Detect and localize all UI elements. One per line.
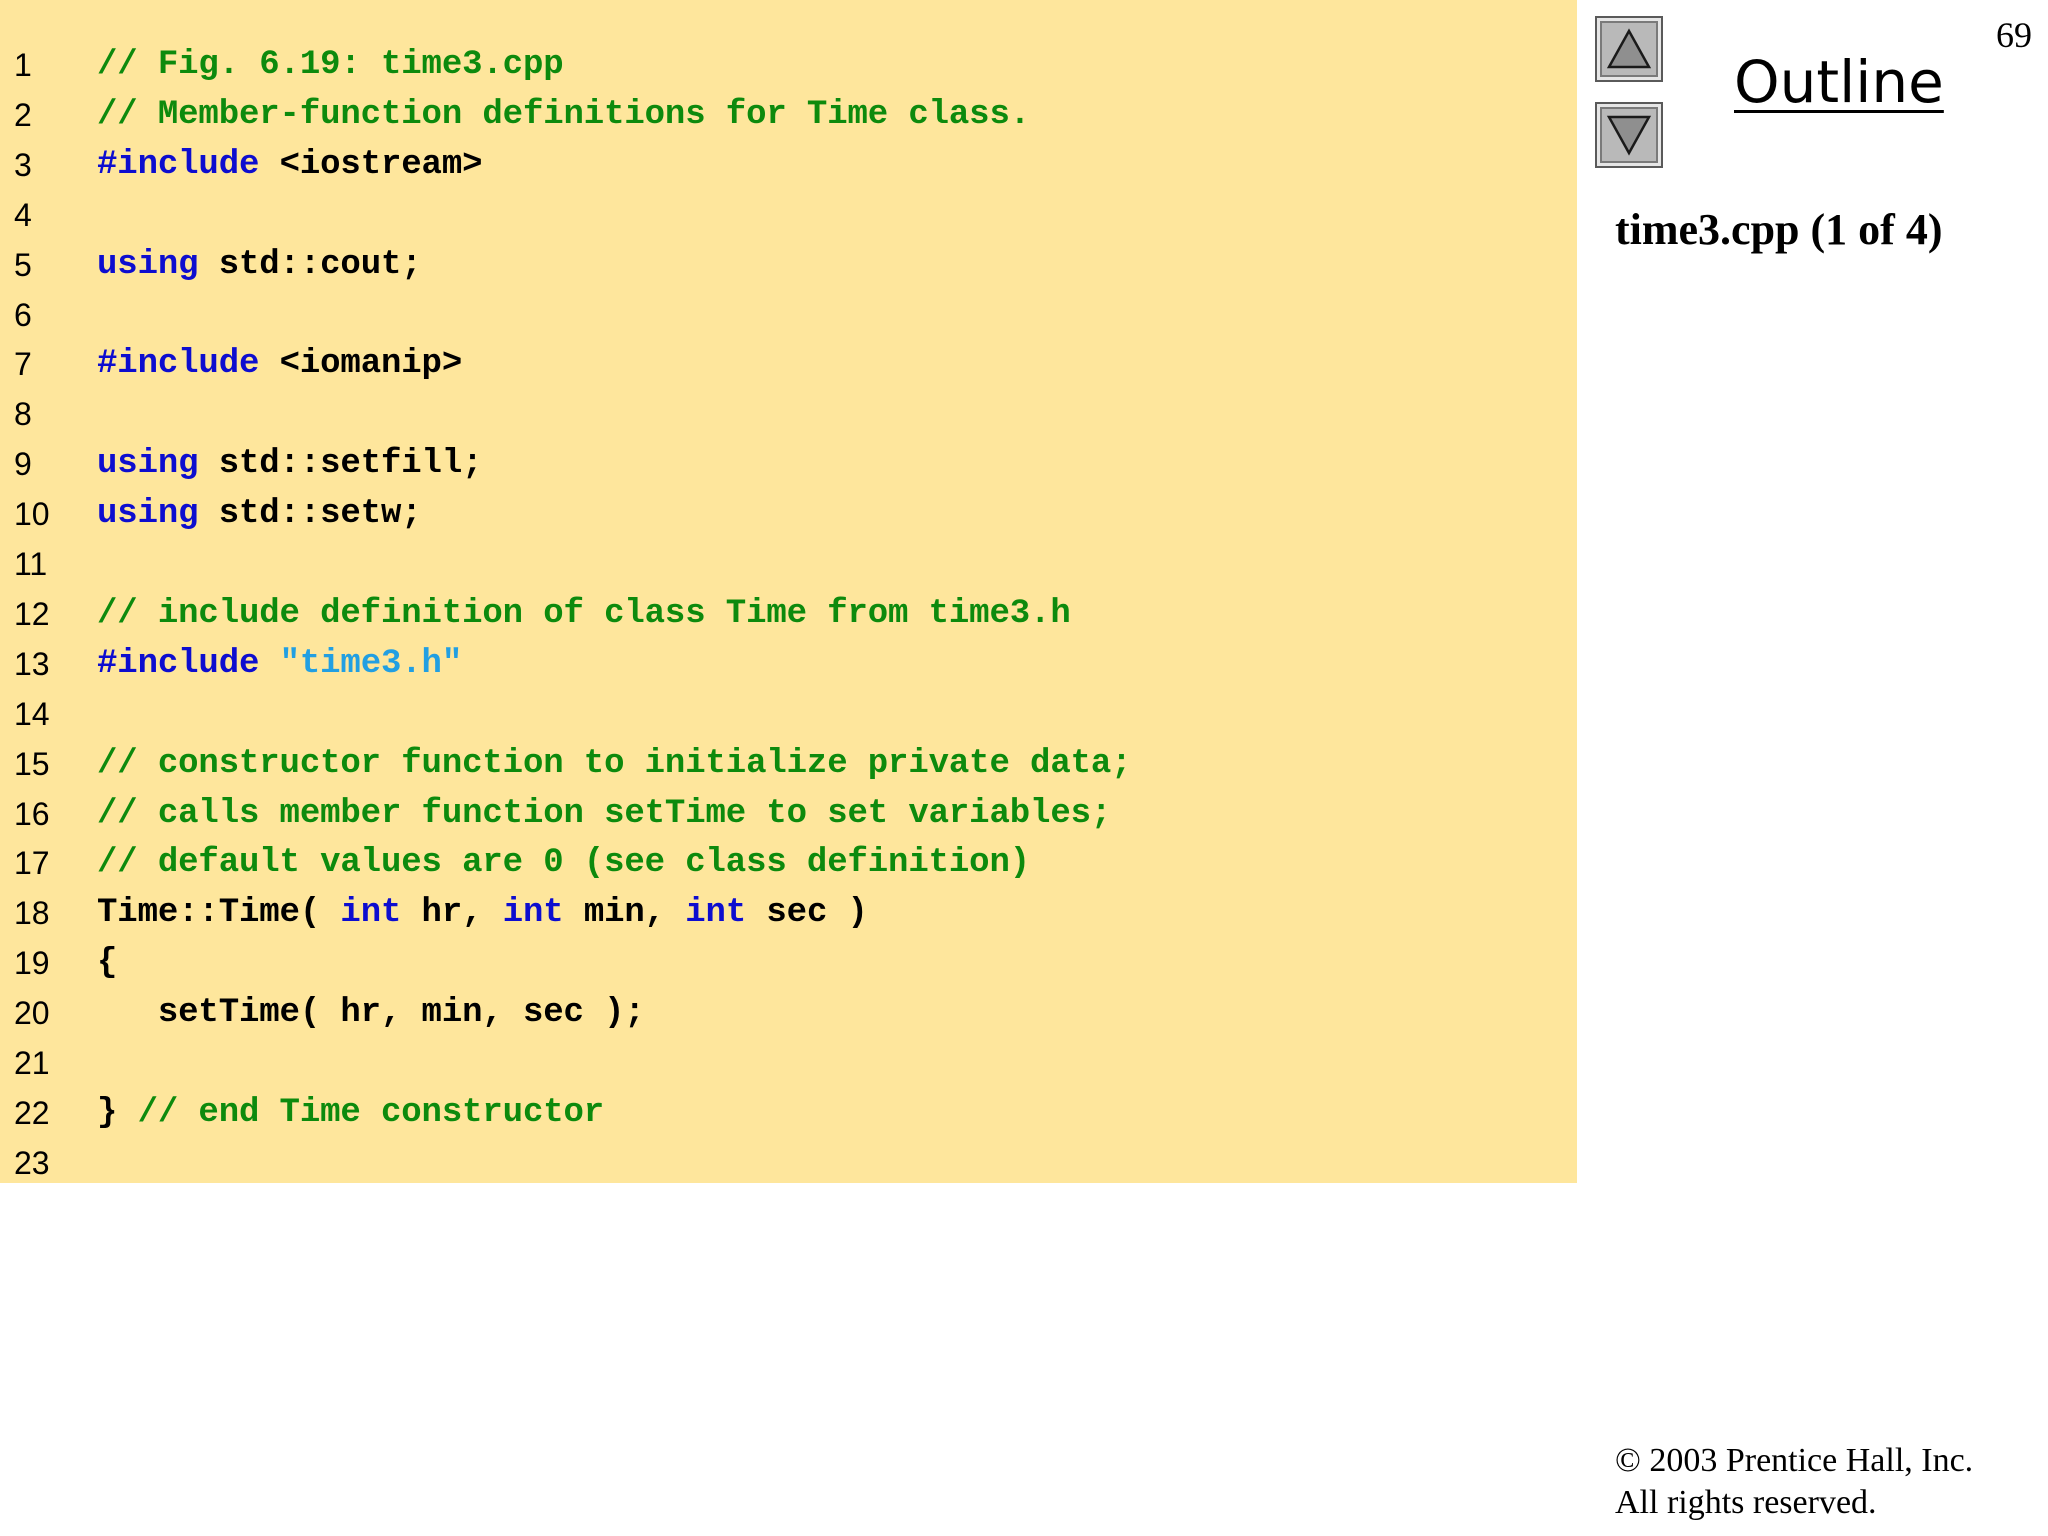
code-token-comment: // calls member function setTime to set … [97, 794, 1112, 833]
code-token-plain: std::setfill; [198, 445, 483, 484]
down-triangle-icon [1606, 115, 1652, 156]
code-text: #include "time3.h" [97, 639, 462, 689]
code-token-string: "time3.h" [279, 644, 463, 683]
code-token-plain: } [97, 1093, 138, 1132]
code-token-keyword: int [502, 894, 564, 933]
line-number: 2 [14, 96, 32, 133]
line-number: 7 [14, 346, 32, 383]
line-number: 22 [14, 1094, 50, 1131]
code-token-comment: // Fig. 6.19: time3.cpp [97, 46, 564, 84]
code-token-plain: min, [563, 894, 686, 933]
line-number: 16 [14, 795, 50, 832]
code-text: // default values are 0 (see class defin… [97, 838, 1030, 888]
copyright-line-2: All rights reserved. [1615, 1484, 1877, 1521]
line-number: 20 [14, 995, 50, 1032]
code-token-keyword: int [340, 894, 402, 933]
code-text: Time::Time( int hr, int min, int sec ) [97, 888, 868, 938]
outline-up-button[interactable] [1595, 16, 1663, 82]
code-token-keyword: #include [97, 345, 260, 384]
code-token-plain: std::cout; [198, 245, 422, 284]
outline-down-button[interactable] [1595, 102, 1663, 168]
code-text: { [97, 938, 117, 988]
code-token-keyword: using [97, 445, 199, 484]
code-text: setTime( hr, min, sec ); [97, 988, 645, 1038]
copyright-line-1: © 2003 Prentice Hall, Inc. [1615, 1442, 1974, 1479]
code-token-comment: // constructor function to initialize pr… [97, 744, 1132, 783]
code-panel: 1 // Fig. 6.19: time3.cpp 2 // Member-funct… [0, 0, 1577, 1183]
code-token-keyword: #include [97, 145, 260, 184]
line-number: 10 [14, 496, 50, 533]
copyright-notice: © 2003 Prentice Hall, Inc. All rights re… [1615, 1440, 1973, 1524]
code-text: #include <iomanip> [97, 339, 462, 389]
outline-link[interactable]: Outline [1734, 48, 1944, 116]
line-number: 6 [14, 296, 32, 333]
code-text: using std::cout; [97, 240, 422, 290]
line-number: 21 [14, 1045, 50, 1081]
code-text: // constructor function to initialize pr… [97, 739, 1132, 789]
line-number: 13 [14, 645, 50, 682]
code-text: // Member-function definitions for Time … [97, 90, 1030, 140]
code-token-plain: sec ) [746, 894, 868, 933]
code-token-keyword: using [97, 245, 199, 284]
code-token-keyword: #include [97, 644, 260, 683]
line-number: 3 [14, 146, 32, 183]
line-number: 18 [14, 895, 50, 932]
code-token-plain: Time::Time( [97, 894, 341, 933]
line-number: 1 [14, 47, 32, 83]
page-number: 69 [1996, 15, 2032, 55]
line-number: 14 [14, 695, 50, 732]
line-number: 23 [14, 1144, 50, 1181]
code-token-comment: // include definition of class Time from… [97, 594, 1071, 633]
line-number: 8 [14, 396, 32, 433]
code-token-plain: <iomanip> [259, 345, 463, 384]
code-text: using std::setw; [97, 489, 422, 539]
code-text: // include definition of class Time from… [97, 589, 1071, 639]
code-token-plain: setTime( hr, min, sec ); [97, 994, 645, 1033]
code-token-comment: // default values are 0 (see class defin… [97, 844, 1031, 883]
code-token-comment: // end Time constructor [137, 1093, 605, 1132]
code-token-comment: // Member-function definitions for Time … [97, 95, 1031, 134]
line-number: 5 [14, 246, 32, 283]
code-text: } // end Time constructor [97, 1088, 604, 1138]
line-number: 15 [14, 745, 50, 782]
line-number: 4 [14, 196, 32, 233]
code-token-keyword: using [97, 495, 199, 534]
code-text: // Fig. 6.19: time3.cpp [97, 40, 564, 90]
line-number: 17 [14, 845, 50, 882]
line-number: 11 [14, 546, 48, 582]
line-number: 12 [14, 595, 50, 632]
code-token-plain: hr, [401, 894, 503, 933]
up-triangle-icon [1606, 28, 1652, 69]
line-number: 9 [14, 446, 32, 483]
code-text: using std::setfill; [97, 439, 483, 489]
code-text: // calls member function setTime to set … [97, 789, 1111, 839]
code-text: #include <iostream> [97, 140, 483, 190]
code-token-plain: <iostream> [259, 145, 483, 184]
code-token-keyword: int [685, 894, 747, 933]
line-number: 19 [14, 945, 50, 982]
file-label: time3.cpp (1 of 4) [1615, 205, 1943, 254]
code-token-plain: { [97, 944, 118, 983]
code-token-plain: std::setw; [198, 495, 422, 534]
